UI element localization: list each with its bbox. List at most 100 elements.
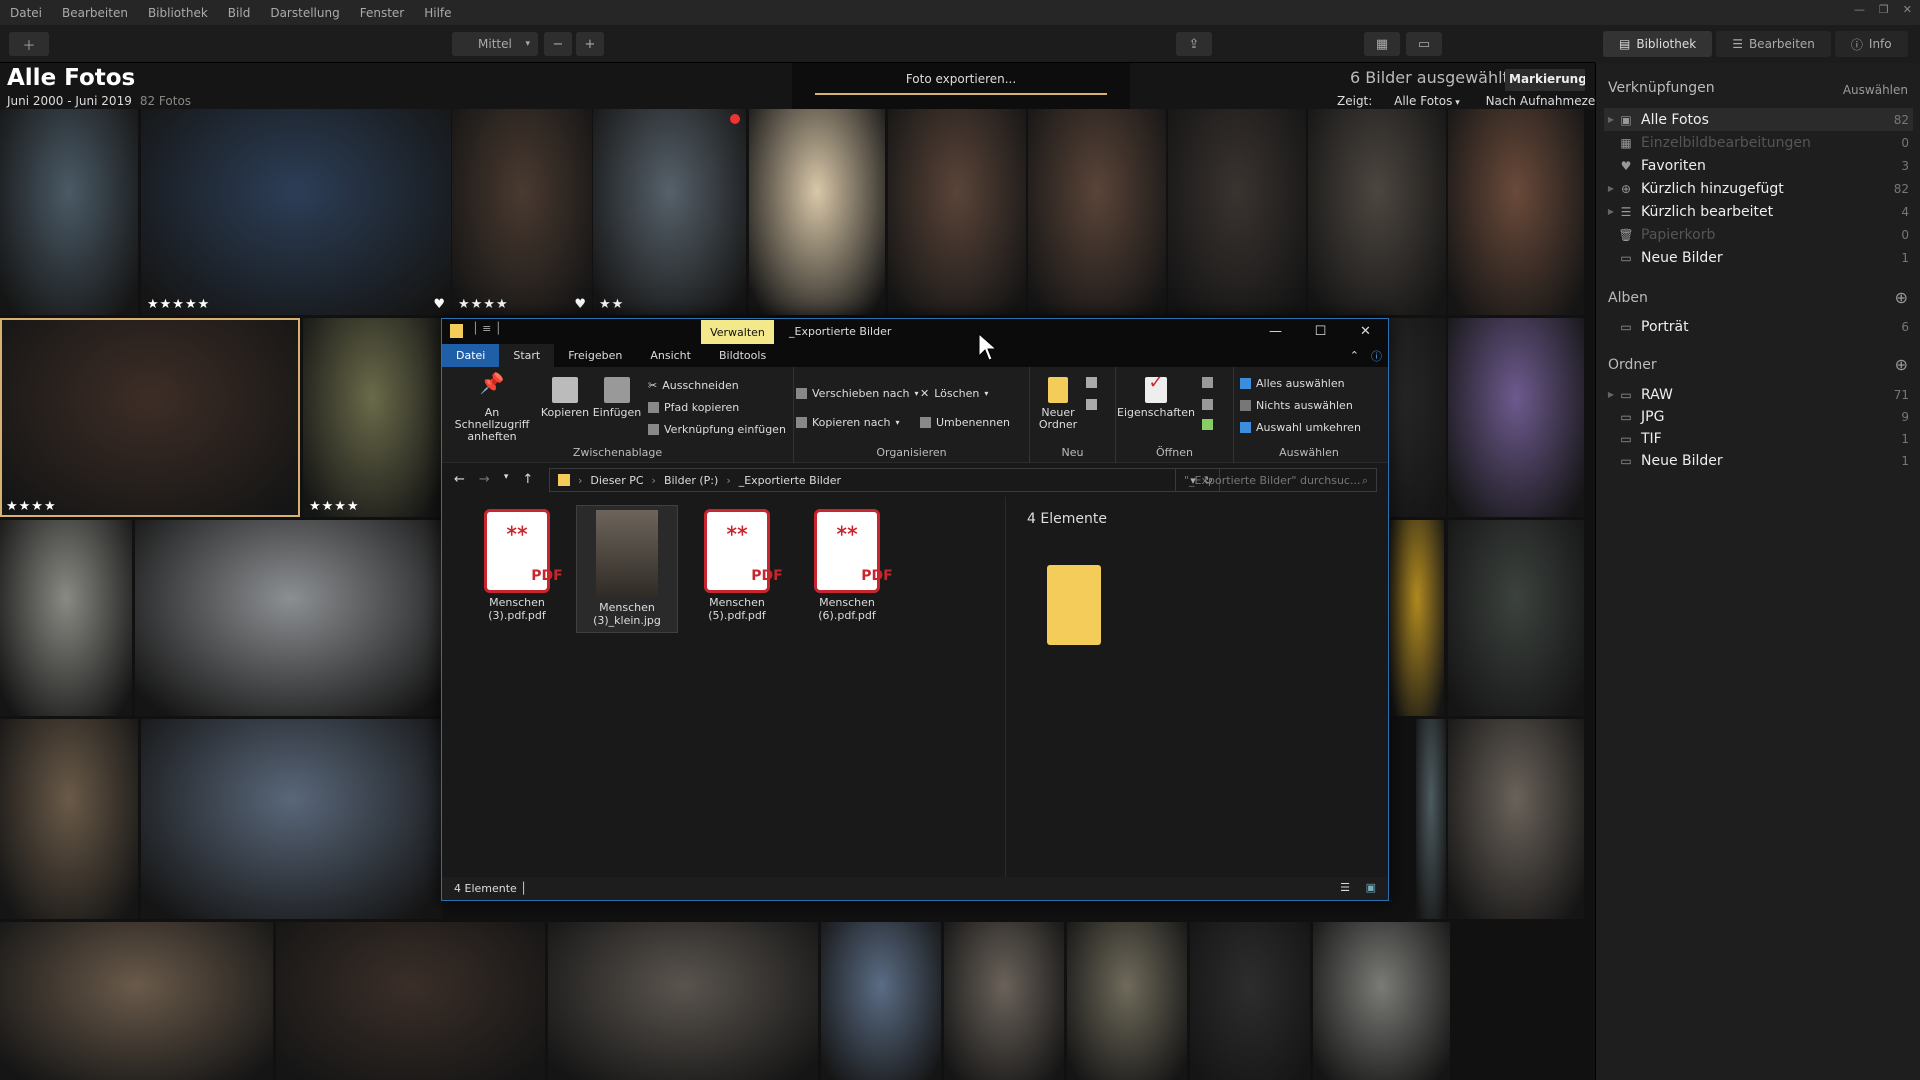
photo-thumbnail[interactable] [1308,109,1446,315]
add-album-button[interactable]: ⊕ [1895,288,1908,307]
paste-shortcut-button[interactable]: Verknüpfung einfügen [648,423,786,436]
invert-selection-button[interactable]: Auswahl umkehren [1240,421,1361,434]
sidebar-item-alle-fotos[interactable]: ▶ ▣ Alle Fotos 82 [1604,108,1913,131]
photo-thumbnail[interactable] [548,922,818,1080]
minimize-icon[interactable]: — [1854,3,1865,16]
tab-bildtools[interactable]: Bildtools [705,344,780,367]
easy-access-button[interactable] [1086,399,1097,410]
photo-thumbnail[interactable] [0,922,273,1080]
sort-select[interactable]: Nach Aufnahmezeit [1486,94,1604,108]
forward-icon[interactable]: → [479,472,490,487]
up-icon[interactable]: ↑ [522,472,533,487]
breadcrumb-drive[interactable]: Bilder (P:) [664,474,718,487]
tab-datei[interactable]: Datei [442,344,500,367]
back-icon[interactable]: ← [454,472,465,487]
new-folder-button[interactable]: Neuer Ordner [1034,377,1082,431]
expand-arrow-icon[interactable]: ▶ [1604,115,1618,124]
sidebar-item-papierkorb[interactable]: 🗑 Papierkorb 0 [1604,223,1913,246]
maximize-icon[interactable]: ☐ [1298,319,1343,344]
select-all-button[interactable]: Alles auswählen [1240,377,1345,390]
file-item[interactable]: ᕯ PDF Menschen (3).pdf.pdf [466,505,568,633]
address-bar[interactable]: › Dieser PC › Bilder (P:) › _Exportierte… [549,468,1220,492]
photo-thumbnail[interactable] [1390,520,1444,716]
file-item[interactable]: Menschen (3)_klein.jpg [576,505,678,633]
file-item[interactable]: ᕯ PDF Menschen (5).pdf.pdf [686,505,788,633]
select-none-button[interactable]: Nichts auswählen [1240,399,1353,412]
tab-verwalten[interactable]: Verwalten [701,320,774,344]
sidebar-item-jpg[interactable]: ▭ JPG 9 [1604,405,1913,428]
mark-button[interactable]: Markierung a [1505,69,1585,91]
photo-thumbnail[interactable] [1190,922,1310,1080]
restore-icon[interactable]: ❐ [1879,3,1889,16]
photo-thumbnail[interactable] [821,922,941,1080]
menu-bearbeiten[interactable]: Bearbeiten [52,6,138,20]
add-button[interactable]: ＋ [9,32,49,56]
pin-quick-access-button[interactable]: 📌 An Schnellzugriff anheften [448,373,536,443]
open-button[interactable] [1202,377,1213,388]
recent-dropdown-icon[interactable]: ▾ [504,472,509,487]
expand-arrow-icon[interactable]: ▶ [1604,184,1618,193]
photo-thumbnail[interactable] [1067,922,1187,1080]
photo-thumbnail[interactable] [135,520,445,716]
menu-hilfe[interactable]: Hilfe [414,6,461,20]
tab-start[interactable]: Start [499,344,555,367]
menu-bild[interactable]: Bild [218,6,261,20]
copy-to-button[interactable]: Kopieren nach ▾ [796,416,899,429]
photo-thumbnail[interactable]: ★★★★ [303,318,441,517]
photo-thumbnail[interactable] [141,719,442,919]
tab-ansicht[interactable]: Ansicht [636,344,705,367]
properties-button[interactable]: ✓ Eigenschaften [1116,374,1196,419]
sidebar-item-kürzlich-hinzugefügt[interactable]: ▶ ⊕ Kürzlich hinzugefügt 82 [1604,177,1913,200]
zoom-out-button[interactable]: − [544,32,572,56]
single-view-button[interactable]: ▭ [1406,32,1442,56]
photo-thumbnail[interactable] [1448,318,1584,517]
photo-thumbnail[interactable] [1313,922,1450,1080]
photo-thumbnail[interactable] [888,109,1026,315]
photo-thumbnail[interactable] [0,719,138,919]
thumbnail-size-select[interactable]: Mittel ▾ [452,32,538,56]
ribbon-collapse-icon[interactable]: ⌃ [1344,344,1365,367]
tab-bibliothek[interactable]: ▤ Bibliothek [1603,31,1713,57]
sidebar-item-neue-bilder[interactable]: ▭ Neue Bilder 1 [1604,449,1913,472]
details-view-icon[interactable]: ☰ [1340,881,1350,894]
help-icon[interactable]: ⓘ [1365,344,1388,367]
photo-thumbnail[interactable] [1028,109,1166,315]
sidebar-item-kürzlich-bearbeitet[interactable]: ▶ ☰ Kürzlich bearbeitet 4 [1604,200,1913,223]
menu-datei[interactable]: Datei [0,6,52,20]
delete-button[interactable]: ✕ Löschen ▾ [920,387,988,400]
photo-thumbnail[interactable] [749,109,885,315]
photo-thumbnail[interactable] [1448,109,1584,315]
sidebar-item-tif[interactable]: ▭ TIF 1 [1604,427,1913,450]
filter-select[interactable]: Alle Fotos [1394,94,1452,108]
tab-freigeben[interactable]: Freigeben [554,344,636,367]
photo-thumbnail[interactable]: ★★★★ [0,318,300,517]
history-button[interactable] [1202,419,1213,430]
breadcrumb-folder[interactable]: _Exportierte Bilder [739,474,841,487]
menu-darstellung[interactable]: Darstellung [260,6,349,20]
zoom-in-button[interactable]: + [576,32,604,56]
cut-button[interactable]: ✂ Ausschneiden [648,379,739,392]
sidebar-item-favoriten[interactable]: ♥ Favoriten 3 [1604,154,1913,177]
quick-access-dropdown[interactable]: │ ≡ │ [472,322,501,335]
photo-thumbnail[interactable] [1416,719,1446,919]
photo-thumbnail[interactable] [0,520,132,716]
photo-thumbnail[interactable]: ★★★★ ♥ [452,109,592,315]
copy-button[interactable]: Kopieren [540,377,590,419]
move-to-button[interactable]: Verschieben nach ▾ [796,387,919,400]
file-item[interactable]: ᕯ PDF Menschen (6).pdf.pdf [796,505,898,633]
grid-view-button[interactable]: ▦ [1364,32,1400,56]
sidebar-item-porträt[interactable]: ▭ Porträt 6 [1604,315,1913,338]
paste-button[interactable]: Einfügen [592,377,642,419]
menu-bibliothek[interactable]: Bibliothek [138,6,218,20]
photo-thumbnail[interactable] [1168,109,1306,315]
sidebar-item-neue-bilder[interactable]: ▭ Neue Bilder 1 [1604,246,1913,269]
share-button[interactable]: ⇪ [1176,32,1212,56]
add-folder-button[interactable]: ⊕ [1895,355,1908,374]
close-icon[interactable]: ✕ [1343,319,1388,344]
photo-thumbnail[interactable] [1448,719,1584,919]
tab-bearbeiten[interactable]: ☰ Bearbeiten [1716,31,1831,57]
menu-fenster[interactable]: Fenster [350,6,415,20]
photo-thumbnail[interactable] [1448,520,1584,716]
breadcrumb-pc[interactable]: Dieser PC [590,474,643,487]
photo-thumbnail[interactable]: ★★★★★ ♥ [141,109,451,315]
